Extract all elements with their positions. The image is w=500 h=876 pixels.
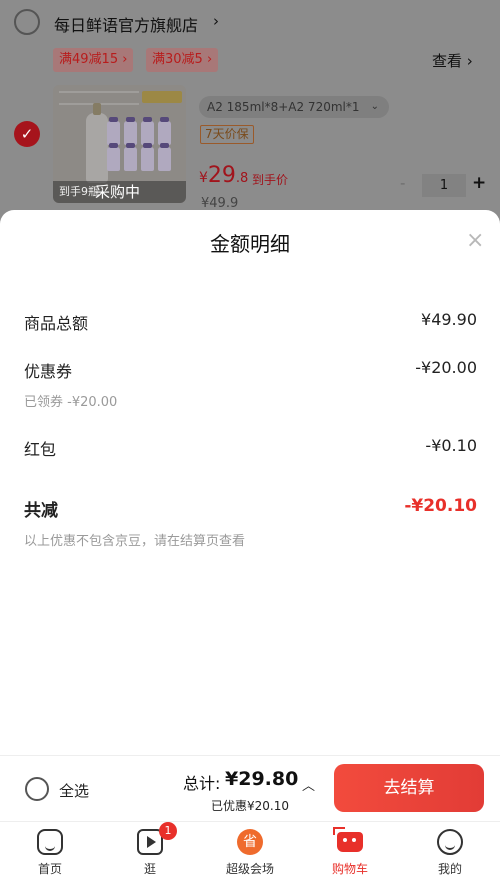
- store-name[interactable]: 每日鲜语官方旗舰店: [54, 12, 198, 36]
- decrease-button[interactable]: -: [400, 174, 405, 192]
- final-price-note: 到手价: [252, 173, 289, 187]
- checkout-button[interactable]: 去结算: [334, 764, 484, 812]
- spec-selector[interactable]: A2 185ml*8+A2 720ml*1 ⌄: [199, 96, 389, 118]
- super-venue-icon: 省: [237, 829, 263, 855]
- tab-super-venue[interactable]: 省 超级会场: [200, 822, 300, 876]
- thumb-gold-tag: [142, 91, 182, 103]
- tab-browse[interactable]: 1 逛: [100, 822, 200, 876]
- tab-label: 我的: [437, 862, 462, 876]
- thumb-count-text: 到手9瓶: [59, 185, 99, 198]
- goods-total-label: 商品总额: [24, 314, 89, 333]
- total-amount: ¥29.80: [225, 768, 299, 790]
- tab-label: 购物车: [331, 862, 368, 876]
- total-label: 总计:: [183, 774, 221, 793]
- store-arrow-icon[interactable]: ›: [213, 12, 219, 30]
- chevron-up-icon[interactable]: ︿: [302, 775, 315, 794]
- increase-button[interactable]: +: [472, 173, 486, 193]
- red-packet-label: 红包: [24, 440, 57, 459]
- original-price: ¥49.9: [201, 196, 239, 211]
- tab-home[interactable]: 首页: [0, 822, 100, 876]
- amount-detail-sheet: 金额明细 × 商品总额 ¥49.90 优惠券 -¥20.00 已领券 -¥20.…: [0, 210, 500, 755]
- quantity-stepper[interactable]: - 1 +: [400, 173, 490, 199]
- tab-label: 逛: [143, 862, 156, 876]
- profile-icon: [437, 829, 463, 855]
- sheet-title: 金额明细: [210, 232, 290, 256]
- promo-tag[interactable]: 满49减15 ›: [53, 48, 134, 72]
- select-all-radio[interactable]: [25, 777, 49, 801]
- view-promos-link[interactable]: 查看 ›: [432, 50, 473, 71]
- tab-cart[interactable]: 购物车: [300, 822, 400, 876]
- discount-footnote: 以上优惠不包含京豆，请在结算页查看: [24, 534, 246, 549]
- cart-icon: [333, 827, 363, 852]
- milk-bottle-image: [86, 103, 108, 183]
- total-discount-value: -¥20.10: [404, 496, 477, 516]
- bottom-tab-bar: 首页 1 逛 省 超级会场 购物车 我的: [0, 821, 500, 876]
- product-thumbnail[interactable]: 到手9瓶 采购中: [53, 85, 186, 203]
- coupon-note: 已领券 -¥20.00: [24, 395, 118, 410]
- red-packet-value: -¥0.10: [425, 436, 477, 455]
- goods-total-value: ¥49.90: [421, 310, 477, 329]
- coupon-value: -¥20.00: [415, 358, 477, 377]
- total-discount-label: 共减: [24, 501, 58, 521]
- thumb-status-text: 采购中: [95, 183, 141, 201]
- spec-label: A2 185ml*8+A2 720ml*1: [207, 100, 360, 114]
- item-selected-check-icon[interactable]: ✓: [14, 121, 40, 147]
- quantity-field[interactable]: 1: [422, 174, 466, 197]
- chevron-down-icon: ⌄: [370, 101, 379, 112]
- notification-badge: 1: [159, 822, 177, 840]
- tab-label: 超级会场: [225, 862, 274, 876]
- tab-profile[interactable]: 我的: [400, 822, 500, 876]
- close-icon[interactable]: ×: [466, 228, 484, 253]
- home-icon: [37, 829, 63, 855]
- tab-label: 首页: [37, 862, 62, 876]
- coupon-label: 优惠券: [24, 362, 73, 381]
- bottle-pack-image: [107, 117, 177, 171]
- checkout-bar: 全选 总计: ¥29.80 已优惠¥20.10 ︿ 去结算: [0, 755, 500, 821]
- cart-background: 每日鲜语官方旗舰店 › 满49减15 › 满30减5 › 查看 › ✓ 到手9瓶…: [0, 0, 500, 230]
- select-all-label[interactable]: 全选: [59, 780, 89, 801]
- final-price: ¥29.8: [199, 163, 249, 188]
- price-protect-badge: 7天价保: [200, 125, 254, 144]
- store-select-radio[interactable]: [14, 9, 40, 35]
- saved-amount: 已优惠¥20.10: [211, 799, 289, 813]
- promo-tag[interactable]: 满30减5 ›: [146, 48, 219, 72]
